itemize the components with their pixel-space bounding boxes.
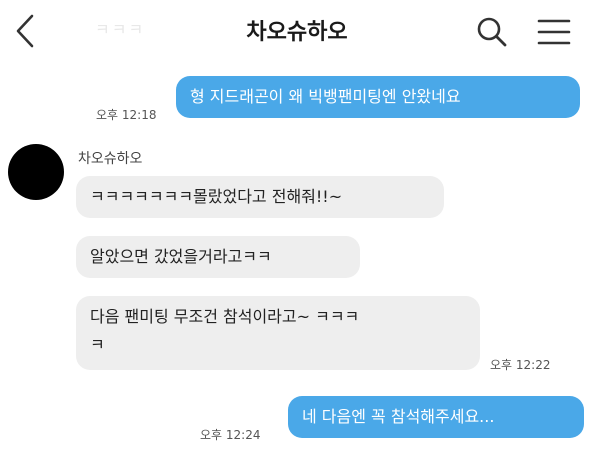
message-time: 오후 12:24 xyxy=(200,428,261,442)
menu-button[interactable] xyxy=(534,12,574,52)
outgoing-message-bubble[interactable]: 네 다음엔 꼭 참석해주세요... xyxy=(288,396,584,438)
search-icon xyxy=(477,17,507,47)
search-button[interactable] xyxy=(472,12,512,52)
message-text-line: ㅋ xyxy=(90,335,105,354)
incoming-message-bubble[interactable]: 다음 팬미팅 무조건 참석이라고~ ㅋㅋㅋ ㅋ xyxy=(76,296,480,370)
avatar[interactable] xyxy=(8,144,64,200)
incoming-message-bubble[interactable]: 알았으면 갔었을거라고ㅋㅋ xyxy=(76,236,360,278)
message-time: 오후 12:18 xyxy=(96,108,157,122)
sender-name: 차오슈하오 xyxy=(78,151,143,167)
hamburger-menu-icon xyxy=(537,19,571,45)
message-text-line: 다음 팬미팅 무조건 참석이라고~ ㅋㅋㅋ xyxy=(90,307,360,326)
chat-header: ㅋㅋㅋ 차오슈하오 xyxy=(0,0,594,64)
outgoing-message-bubble[interactable]: 형 지드래곤이 왜 빅뱅팬미팅엔 안왔네요 xyxy=(176,76,580,118)
message-time: 오후 12:22 xyxy=(490,358,551,372)
incoming-message-bubble[interactable]: ㅋㅋㅋㅋㅋㅋㅋ몰랐었다고 전해줘!!~ xyxy=(76,176,444,218)
